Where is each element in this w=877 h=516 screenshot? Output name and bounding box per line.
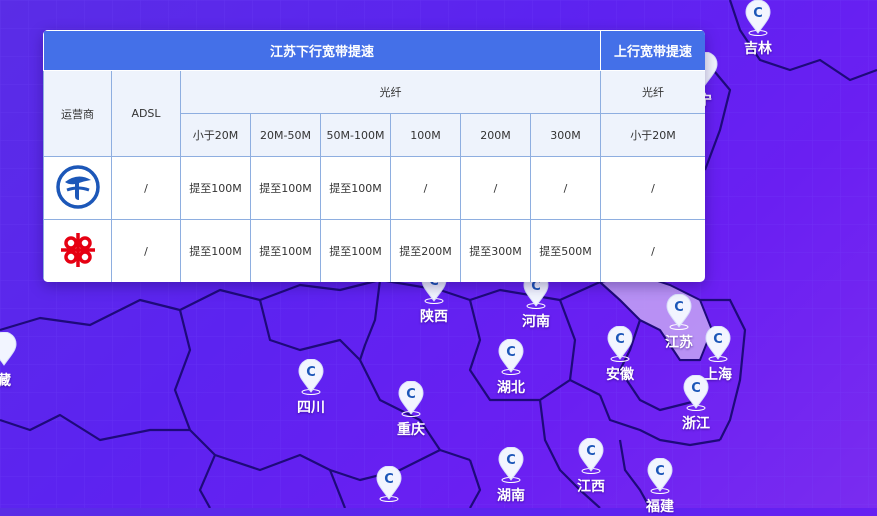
svg-text:C: C [655,464,665,479]
table-cell: 提至300M [460,219,531,282]
adsl-column-header: ADSL [111,70,181,157]
operator-column-header: 运营商 [43,70,112,157]
map-pin-jiangxi[interactable]: C 江西 [577,438,605,496]
adsl-cell: / [111,156,181,220]
china-telecom-logo-icon [55,164,101,213]
table-cell: 提至100M [320,156,391,220]
telecom-map-pin-icon: C [606,326,634,362]
pin-label: 河南 [522,314,550,330]
table-cell: 提至100M [250,156,321,220]
downstream-header: 江苏下行宽带提速 [43,30,602,71]
svg-text:C: C [306,365,316,380]
table-cell: 提至100M [180,219,251,282]
telecom-map-pin-icon: C [297,359,325,395]
svg-text:C: C [586,444,596,459]
speed-upgrade-table: 江苏下行宽带提速 上行宽带提速 运营商 ADSL 光纤 光纤 小于20M 20M… [43,30,705,282]
map-pin-fujian[interactable]: C 福建 [646,458,674,516]
telecom-map-pin-icon: C [744,0,772,36]
svg-text:C: C [406,387,416,402]
telecom-map-pin-icon: C [665,294,693,330]
pin-label: 陕西 [420,309,448,325]
fiber-upstream-header: 光纤 [600,70,705,114]
map-pin-anhui[interactable]: C 安徽 [606,326,634,384]
svg-text:C: C [713,332,723,347]
speed-tier-header: 20M-50M [250,113,321,157]
svg-text:C: C [615,332,625,347]
table-cell: / [390,156,461,220]
speed-tier-header: 小于20M [180,113,251,157]
telecom-map-pin-icon: C [497,447,525,483]
upload-cell: / [600,219,705,282]
telecom-map-pin-icon: C [397,381,425,417]
map-pin-hunan[interactable]: C 湖南 [497,447,525,505]
speed-tier-header: 200M [460,113,531,157]
telecom-map-pin-icon: C [646,458,674,494]
pin-label: 江西 [577,479,605,495]
speed-tier-header: 300M [529,113,602,157]
adsl-cell: / [111,219,181,282]
map-pin-jilin[interactable]: C 吉林 [744,0,772,58]
speed-tier-header: 50M-100M [320,113,391,157]
pin-label: 湖北 [497,380,525,396]
pin-label: 江苏 [665,335,693,351]
map-pin-guizhou-unlabeled[interactable]: C [375,466,403,502]
svg-text:C: C [691,381,701,396]
map-pin-hubei[interactable]: C 湖北 [497,339,525,397]
telecom-map-pin-icon: C [704,326,732,362]
upload-cell: / [600,156,705,220]
fiber-group-header: 光纤 [179,70,602,114]
operator-cell [43,156,112,220]
map-pin-chongqing[interactable]: C 重庆 [397,381,425,439]
speed-upgrade-panel: 江苏下行宽带提速 上行宽带提速 运营商 ADSL 光纤 光纤 小于20M 20M… [43,30,705,282]
telecom-map-pin-icon: C [375,466,403,502]
table-cell: 提至200M [390,219,461,282]
table-cell: 提至100M [180,156,251,220]
telecom-map-pin-icon: C [682,375,710,411]
pin-label: 吉林 [744,41,772,57]
table-row-telecom: / 提至100M 提至100M 提至100M / / / / [43,156,705,220]
upstream-header: 上行宽带提速 [600,30,705,71]
pin-label: 湖南 [497,488,525,504]
table-cell: / [460,156,531,220]
pin-label: 重庆 [397,422,425,438]
svg-text:C: C [674,300,684,315]
table-cell: 提至500M [529,219,602,282]
table-cell: 提至100M [250,219,321,282]
telecom-map-pin-icon: C [577,438,605,474]
svg-text:C: C [506,345,516,360]
map-pin-sichuan[interactable]: C 四川 [297,359,325,417]
svg-text:C: C [384,472,394,487]
table-cell: / [529,156,602,220]
map-pin-tibet-partial[interactable]: 藏 [0,332,18,390]
telecom-map-pin-icon: C [497,339,525,375]
svg-text:C: C [506,453,516,468]
operator-cell [43,219,112,282]
telecom-map-pin-icon [0,332,18,368]
pin-label: 藏 [0,373,11,389]
pin-label: 安徽 [606,367,634,383]
table-row-unicom: / 提至100M 提至100M 提至100M 提至200M 提至300M 提至5… [43,219,705,282]
map-pin-jiangsu[interactable]: C 江苏 [665,294,693,352]
pin-label: 浙江 [682,416,710,432]
pin-label: 四川 [297,400,325,416]
upstream-tier-header: 小于20M [600,113,705,157]
svg-text:C: C [753,6,763,21]
table-cell: 提至100M [320,219,391,282]
speed-tier-header: 100M [390,113,461,157]
pin-label: 福建 [646,499,674,515]
china-unicom-logo-icon [55,232,101,276]
map-pin-zhejiang[interactable]: C 浙江 [682,375,710,433]
